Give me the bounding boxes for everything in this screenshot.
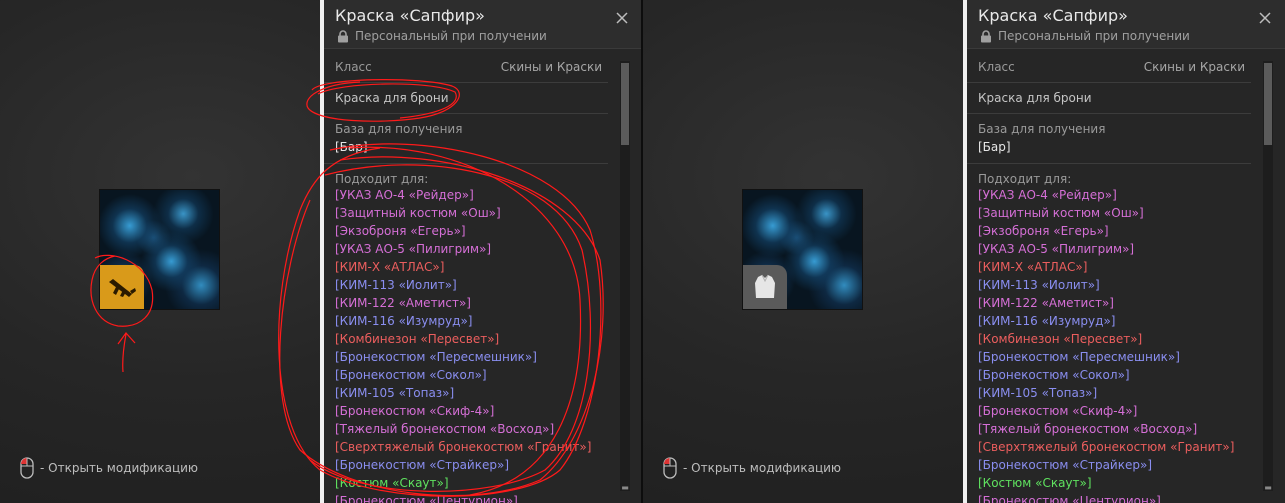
base-value: [Бар] <box>978 140 1011 154</box>
screenshot-right: - Открыть модификацию Краска «Сапфир» Пе… <box>643 0 1285 503</box>
type-value: Краска для брони <box>335 91 449 105</box>
fits-item[interactable]: [Сверхтяжелый бронекостюм «Гранит»] <box>335 438 610 456</box>
fits-item[interactable]: [УКАЗ АО-4 «Рейдер»] <box>978 186 1253 204</box>
fits-item[interactable]: [Бронекостюм «Страйкер»] <box>978 456 1253 474</box>
scroll-thumb[interactable] <box>1264 63 1272 145</box>
fits-list: Подходит для: [УКАЗ АО-4 «Рейдер»] [Защит… <box>978 172 1253 503</box>
fits-item[interactable]: [УКАЗ АО-5 «Пилигрим»] <box>335 240 610 258</box>
bind-on-pickup-label: Персональный при получении <box>355 29 547 43</box>
fits-item[interactable]: [Тяжелый бронекостюм «Восход»] <box>335 420 610 438</box>
fits-item[interactable]: [КИМ-105 «Топаз»] <box>978 384 1253 402</box>
fits-item[interactable]: [Бронекостюм «Пересмешник»] <box>978 348 1253 366</box>
base-value: [Бар] <box>335 140 368 154</box>
sapphire-paint-item-icon[interactable] <box>99 189 220 310</box>
item-tooltip: Краска «Сапфир» Персональный при получен… <box>320 0 642 503</box>
scroll-down-arrow[interactable]: ▬ <box>620 484 630 492</box>
item-title: Краска «Сапфир» <box>335 6 485 25</box>
fits-item[interactable]: [Бронекостюм «Сокол»] <box>335 366 610 384</box>
fits-items: [УКАЗ АО-4 «Рейдер»] [Защитный костюм «Ош… <box>335 186 610 503</box>
fits-item[interactable]: [КИМ-Х «АТЛАС»] <box>335 258 610 276</box>
fits-item[interactable]: [КИМ-113 «Иолит»] <box>335 276 610 294</box>
type-row: Краска для брони <box>324 83 608 114</box>
tooltip-header: Краска «Сапфир» Персональный при получен… <box>324 0 642 49</box>
fits-item[interactable]: [УКАЗ АО-4 «Рейдер»] <box>335 186 610 204</box>
fits-item[interactable]: [Бронекостюм «Центурион»] <box>335 492 610 503</box>
fits-items: [УКАЗ АО-4 «Рейдер»] [Защитный костюм «Ош… <box>978 186 1253 503</box>
fits-item[interactable]: [КИМ-122 «Аметист»] <box>335 294 610 312</box>
close-icon[interactable] <box>614 10 630 26</box>
fits-item[interactable]: [Бронекостюм «Пересмешник»] <box>335 348 610 366</box>
fits-item[interactable]: [Сверхтяжелый бронекостюм «Гранит»] <box>978 438 1253 456</box>
fits-item[interactable]: [Бронекостюм «Скиф-4»] <box>978 402 1253 420</box>
scroll-down-arrow[interactable]: ▬ <box>1263 484 1273 492</box>
fits-item[interactable]: [Тяжелый бронекостюм «Восход»] <box>978 420 1253 438</box>
close-icon[interactable] <box>1257 10 1273 26</box>
fits-label: Подходит для: <box>978 172 1072 186</box>
fits-item[interactable]: [Костюм «Скаут»] <box>978 474 1253 492</box>
fits-item[interactable]: [Бронекостюм «Центурион»] <box>978 492 1253 503</box>
tooltip-body: Класс Скины и Краски Краска для брони Ба… <box>324 56 614 503</box>
rifle-icon <box>100 265 144 309</box>
open-modification-label: - Открыть модификацию <box>683 461 842 475</box>
fits-list: Подходит для: [УКАЗ АО-4 «Рейдер»] [Защит… <box>335 172 610 503</box>
fits-label: Подходит для: <box>335 172 429 186</box>
fits-item[interactable]: [КИМ-122 «Аметист»] <box>978 294 1253 312</box>
fits-item[interactable]: [Костюм «Скаут»] <box>335 474 610 492</box>
class-value: Скины и Краски <box>1143 60 1245 74</box>
base-label: База для получения <box>978 122 1106 136</box>
class-label: Класс <box>335 60 372 74</box>
type-value: Краска для брони <box>978 91 1092 105</box>
fits-item[interactable]: [УКАЗ АО-5 «Пилигрим»] <box>978 240 1253 258</box>
tooltip-scrollbar[interactable]: ▬ <box>620 61 630 492</box>
annotation-arrow <box>117 332 136 373</box>
class-row: Класс Скины и Краски <box>967 56 1251 83</box>
lock-icon <box>338 30 348 43</box>
base-row: База для получения [Бар] <box>324 114 608 164</box>
item-tooltip: Краска «Сапфир» Персональный при получен… <box>963 0 1285 503</box>
class-value: Скины и Краски <box>500 60 602 74</box>
type-row: Краска для брони <box>967 83 1251 114</box>
item-title: Краска «Сапфир» <box>978 6 1128 25</box>
tooltip-body: Класс Скины и Краски Краска для брони Ба… <box>967 56 1257 503</box>
base-label: База для получения <box>335 122 463 136</box>
fits-item[interactable]: [Экзоброня «Егерь»] <box>978 222 1253 240</box>
fits-item[interactable]: [Бронекостюм «Сокол»] <box>978 366 1253 384</box>
fits-item[interactable]: [КИМ-116 «Изумруд»] <box>978 312 1253 330</box>
fits-item[interactable]: [КИМ-105 «Топаз»] <box>335 384 610 402</box>
base-row: База для получения [Бар] <box>967 114 1251 164</box>
screenshot-left: - Открыть модификацию Краска «Сапфир» Пе… <box>0 0 642 503</box>
class-label: Класс <box>978 60 1015 74</box>
fits-item[interactable]: [Бронекостюм «Страйкер»] <box>335 456 610 474</box>
fits-item[interactable]: [Экзоброня «Егерь»] <box>335 222 610 240</box>
tooltip-scrollbar[interactable]: ▬ <box>1263 61 1273 492</box>
bind-on-pickup-label: Персональный при получении <box>998 29 1190 43</box>
fits-item[interactable]: [КИМ-113 «Иолит»] <box>978 276 1253 294</box>
mouse-icon <box>663 457 677 479</box>
open-modification-hint: - Открыть модификацию <box>663 456 841 480</box>
armor-icon <box>743 265 787 309</box>
fits-item[interactable]: [Защитный костюм «Ош»] <box>335 204 610 222</box>
tooltip-header: Краска «Сапфир» Персональный при получен… <box>967 0 1285 49</box>
mouse-icon <box>20 457 34 479</box>
sapphire-paint-item-icon[interactable] <box>742 189 863 310</box>
fits-item[interactable]: [Комбинезон «Пересвет»] <box>978 330 1253 348</box>
fits-item[interactable]: [КИМ-116 «Изумруд»] <box>335 312 610 330</box>
open-modification-label: - Открыть модификацию <box>40 461 199 475</box>
fits-item[interactable]: [Бронекостюм «Скиф-4»] <box>335 402 610 420</box>
lock-icon <box>981 30 991 43</box>
fits-item[interactable]: [Защитный костюм «Ош»] <box>978 204 1253 222</box>
class-row: Класс Скины и Краски <box>324 56 608 83</box>
open-modification-hint: - Открыть модификацию <box>20 456 198 480</box>
scroll-thumb[interactable] <box>621 63 629 145</box>
fits-item[interactable]: [Комбинезон «Пересвет»] <box>335 330 610 348</box>
fits-item[interactable]: [КИМ-Х «АТЛАС»] <box>978 258 1253 276</box>
